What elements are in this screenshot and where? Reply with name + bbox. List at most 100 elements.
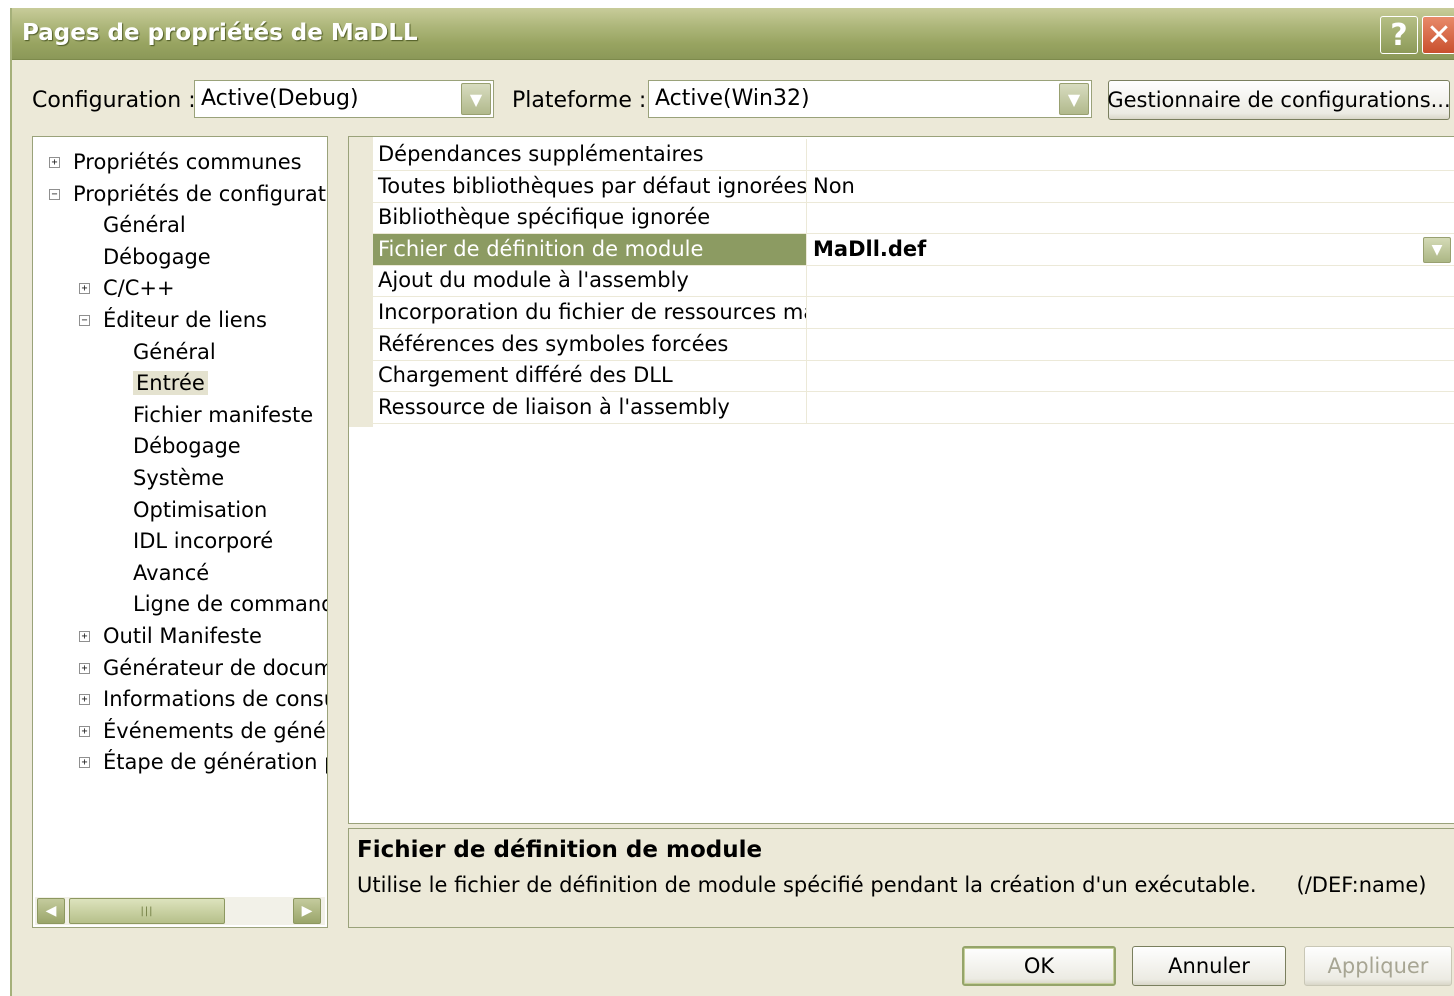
tree-item[interactable]: Entrée	[133, 368, 208, 398]
configuration-manager-button[interactable]: Gestionnaire de configurations...	[1107, 80, 1451, 120]
description-body: Utilise le fichier de définition de modu…	[357, 873, 1257, 897]
tree-item[interactable]: Avancé	[133, 558, 209, 588]
property-value[interactable]: Non	[813, 171, 855, 202]
cancel-button[interactable]: Annuler	[1132, 946, 1286, 986]
tree-item-label: Débogage	[103, 244, 211, 269]
property-name: Chargement différé des DLL	[373, 360, 807, 392]
tree-item[interactable]: C/C++	[103, 273, 175, 303]
property-row[interactable]: Références des symboles forcées	[373, 328, 1454, 361]
platform-label: Plateforme :	[512, 88, 647, 113]
tree-item-label: Avancé	[133, 560, 210, 585]
property-name: Bibliothèque spécifique ignorée	[373, 202, 807, 234]
tree-item-label: Propriétés de configuration	[73, 181, 327, 206]
expand-icon[interactable]: +	[79, 725, 90, 737]
tree-item-label: Entrée	[133, 371, 208, 396]
help-icon: ?	[1390, 17, 1408, 53]
expand-icon[interactable]: +	[79, 757, 90, 769]
description-pane: Fichier de définition de module Utilise …	[348, 828, 1454, 928]
property-pages-dialog: Pages de propriétés de MaDLL ? ✕ Configu…	[10, 8, 1454, 996]
title-bar[interactable]: Pages de propriétés de MaDLL ? ✕	[12, 8, 1454, 60]
property-name: Références des symboles forcées	[373, 328, 807, 360]
chevron-down-icon[interactable]: ▼	[461, 83, 491, 115]
tree-item[interactable]: Débogage	[133, 431, 241, 461]
tree-item-label: Outil Manifeste	[103, 624, 262, 648]
property-name: Fichier de définition de module	[373, 233, 807, 265]
property-row[interactable]: Fichier de définition de module MaDll.def…	[373, 233, 1454, 266]
platform-value: Active(Win32)	[655, 86, 810, 111]
description-text: Utilise le fichier de définition de modu…	[357, 873, 1426, 897]
collapse-icon[interactable]: −	[49, 188, 60, 200]
tree-item-label: Générateur de documents XML	[103, 655, 327, 680]
property-row[interactable]: Ressource de liaison à l'assembly	[373, 391, 1454, 424]
collapse-icon[interactable]: −	[79, 315, 90, 326]
tree-item[interactable]: Étape de génération personnalisée	[103, 747, 327, 777]
tree-item[interactable]: Éditeur de liens	[103, 305, 267, 335]
property-row[interactable]: Dépendances supplémentaires	[373, 139, 1454, 171]
tree-item[interactable]: IDL incorporé	[133, 526, 273, 556]
tree-item[interactable]: Général	[103, 210, 186, 240]
property-row[interactable]: Toutes bibliothèques par défaut ignorées…	[373, 170, 1454, 203]
tree-item-label: Général	[133, 339, 216, 364]
expand-icon[interactable]: +	[49, 157, 60, 168]
tree-item-label: Débogage	[133, 434, 241, 459]
grid-margin	[349, 137, 373, 427]
configuration-label: Configuration :	[32, 88, 196, 113]
tree-item-label: Événements de génération	[103, 718, 327, 743]
tree-item-label: Propriétés communes	[73, 150, 302, 174]
expand-icon[interactable]: +	[79, 662, 90, 674]
ok-button[interactable]: OK	[962, 946, 1116, 986]
tree-horizontal-scrollbar[interactable]: ◀ ||| ▶	[35, 897, 325, 925]
chevron-down-icon[interactable]: ▼	[1059, 83, 1089, 115]
scroll-right-icon[interactable]: ▶	[293, 898, 321, 924]
scroll-thumb[interactable]: |||	[69, 898, 225, 924]
property-tree[interactable]: Propriétés communes + Propriétés de config…	[32, 136, 328, 928]
apply-button[interactable]: Appliquer	[1304, 946, 1452, 986]
configuration-value: Active(Debug)	[201, 86, 359, 111]
tree-item-label: Éditeur de liens	[103, 308, 267, 332]
tree-item-label: C/C++	[103, 276, 175, 301]
tree-item-label: Étape de génération personnalisée	[103, 750, 327, 775]
scroll-left-icon[interactable]: ◀	[37, 898, 65, 924]
tree-item[interactable]: Optimisation	[133, 495, 267, 525]
tree-item-label: Fichier manifeste	[133, 402, 314, 427]
property-name: Ressource de liaison à l'assembly	[373, 391, 807, 423]
tree-item[interactable]: Propriétés communes	[73, 147, 302, 177]
property-name: Ajout du module à l'assembly	[373, 265, 807, 297]
tree-item[interactable]: Débogage	[103, 242, 211, 272]
tree-item-label: Général	[103, 213, 186, 238]
tree-item-label: Ligne de commande	[133, 592, 328, 617]
close-icon: ✕	[1426, 17, 1452, 53]
property-row[interactable]: Ajout du module à l'assembly	[373, 265, 1454, 298]
description-switch: (/DEF:name)	[1296, 873, 1427, 897]
expand-icon[interactable]: +	[79, 631, 90, 642]
help-button[interactable]: ?	[1380, 16, 1418, 54]
tree-item[interactable]: Propriétés de configuration	[73, 179, 327, 209]
property-row[interactable]: Bibliothèque spécifique ignorée	[373, 202, 1454, 235]
chevron-down-icon[interactable]: ▼	[1423, 236, 1451, 263]
tree-item-label: Informations de consultation	[103, 687, 327, 712]
expand-icon[interactable]: +	[79, 283, 90, 295]
property-name: Incorporation du fichier de ressources m…	[373, 297, 807, 328]
property-row[interactable]: Incorporation du fichier de ressources m…	[373, 297, 1454, 329]
tree-item-label: IDL incorporé	[133, 529, 274, 554]
expand-icon[interactable]: +	[79, 694, 90, 706]
tree-item[interactable]: Général	[133, 337, 216, 367]
tree-item[interactable]: Générateur de documents XML	[103, 653, 327, 683]
tree-item[interactable]: Système	[133, 463, 224, 493]
property-grid[interactable]: Dépendances supplémentaires Toutes biblio…	[348, 136, 1454, 824]
tree-item-label: Système	[133, 466, 225, 490]
tree-item[interactable]: Fichier manifeste	[133, 400, 313, 430]
property-row[interactable]: Chargement différé des DLL	[373, 360, 1454, 393]
tree-item[interactable]: Outil Manifeste	[103, 621, 262, 651]
platform-dropdown[interactable]: Active(Win32) ▼	[648, 80, 1092, 118]
tree-item[interactable]: Ligne de commande	[133, 589, 328, 619]
property-value[interactable]: MaDll.def	[813, 234, 926, 265]
window-title: Pages de propriétés de MaDLL	[22, 20, 418, 46]
configuration-dropdown[interactable]: Active(Debug) ▼	[194, 80, 494, 118]
property-name: Dépendances supplémentaires	[373, 139, 807, 170]
tree-item[interactable]: Événements de génération	[103, 716, 327, 746]
tree-item[interactable]: Informations de consultation	[103, 684, 327, 714]
tree-item-label: Optimisation	[133, 497, 268, 522]
close-button[interactable]: ✕	[1422, 16, 1454, 54]
description-title: Fichier de définition de module	[357, 837, 763, 863]
